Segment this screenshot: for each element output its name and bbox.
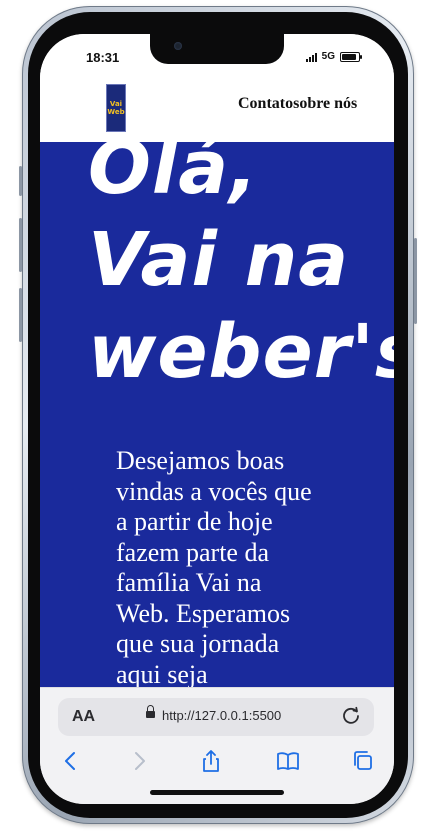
home-indicator	[150, 790, 284, 795]
forward-icon[interactable]	[126, 748, 152, 774]
lock-icon	[146, 705, 155, 718]
volume-down-button	[19, 288, 22, 342]
signal-icon	[305, 52, 317, 62]
bookmarks-icon[interactable]	[275, 748, 301, 774]
logo-text-line1: Vai	[109, 100, 123, 108]
site-logo[interactable]: Vai Web	[106, 84, 126, 132]
address-bar[interactable]: AA http://127.0.0.1:5500	[58, 698, 374, 736]
url-text[interactable]: http://127.0.0.1:5500	[162, 708, 281, 723]
hero-line-1: Olá,	[88, 142, 259, 211]
screen: 18:31 5G Vai Web Contatosobre nós Olá, V…	[40, 34, 394, 804]
tabs-icon[interactable]	[350, 748, 376, 774]
volume-up-button	[19, 218, 22, 272]
toolbar-buttons	[40, 748, 394, 780]
reader-button[interactable]: AA	[72, 708, 95, 726]
reload-icon[interactable]	[340, 705, 362, 727]
mute-switch	[19, 166, 22, 196]
notch	[150, 34, 284, 64]
front-camera	[174, 42, 182, 50]
status-time: 18:31	[86, 50, 120, 65]
power-button	[414, 238, 417, 324]
share-icon[interactable]	[198, 748, 224, 774]
status-indicators: 5G	[305, 51, 362, 62]
browser-toolbar: AA http://127.0.0.1:5500	[40, 687, 394, 804]
network-label: 5G	[321, 51, 335, 62]
welcome-paragraph: Desejamos boas vindas a vocês que a part…	[116, 446, 312, 687]
main-section: Olá, Vai na weber's Desejamos boas vinda…	[40, 142, 394, 687]
hero-title: Olá, Vai na weber's	[88, 142, 394, 398]
site-header: Vai Web Contatosobre nós	[40, 84, 394, 143]
status-bar: 18:31 5G	[40, 34, 394, 84]
hero-line-3: weber's	[88, 309, 394, 395]
nav-link-sobre-nos[interactable]: sobre nós	[293, 95, 357, 112]
hero-line-2: Vai na	[88, 217, 350, 303]
nav-link-contato[interactable]: Contato	[238, 95, 293, 112]
site-nav: Contatosobre nós	[238, 94, 358, 114]
logo-text-line2: Web	[107, 108, 125, 116]
battery-icon	[340, 51, 362, 62]
back-icon[interactable]	[58, 748, 84, 774]
